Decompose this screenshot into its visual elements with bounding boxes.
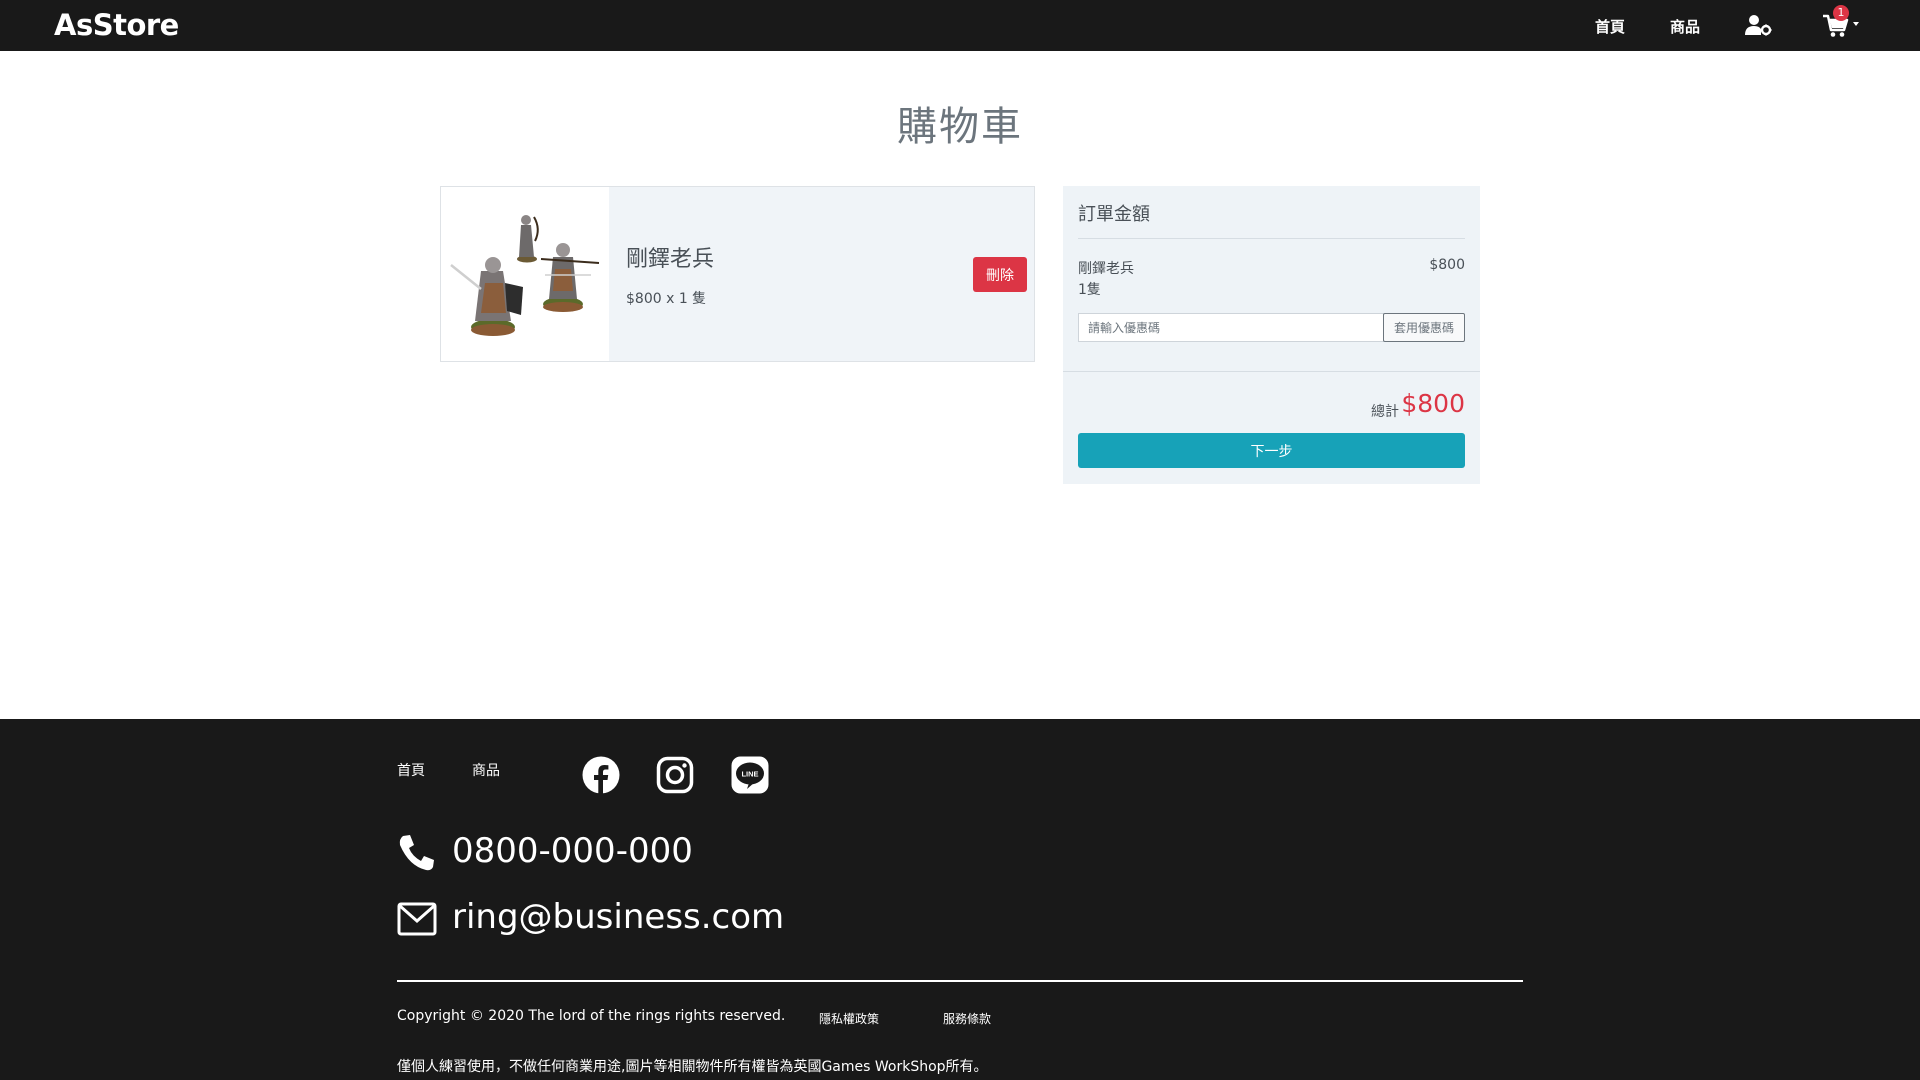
next-step-button[interactable]: 下一步 <box>1078 433 1465 468</box>
brand-logo[interactable]: AsStore <box>54 8 179 42</box>
divider <box>1078 238 1465 239</box>
delete-item-button[interactable]: 刪除 <box>973 257 1027 292</box>
page-title: 購物車 <box>897 104 1023 150</box>
disclaimer-text: 僅個人練習使用，不做任何商業用途,圖片等相關物件所有權皆為英國Games Wor… <box>397 1059 988 1075</box>
phone-icon <box>399 835 434 871</box>
cart-count-badge: 1 <box>1833 5 1849 21</box>
terms-of-service-link[interactable]: 服務條款 <box>943 1010 991 1027</box>
footer-products-link[interactable]: 商品 <box>472 760 500 780</box>
cart-item-price-qty: $800 x 1 隻 <box>626 291 707 307</box>
order-summary-title: 訂單金額 <box>1078 204 1150 225</box>
instagram-icon[interactable] <box>656 756 694 794</box>
total-label: 總計 <box>1371 404 1399 420</box>
footer-home-link[interactable]: 首頁 <box>397 760 425 780</box>
privacy-policy-link[interactable]: 隱私權政策 <box>819 1010 879 1027</box>
facebook-icon[interactable] <box>582 756 620 794</box>
footer-phone[interactable]: 0800-000-000 <box>452 831 693 871</box>
soldier-figurines-image <box>450 215 600 336</box>
cart-item-name: 剛鐸老兵 <box>626 247 715 272</box>
apply-coupon-button[interactable]: 套用優惠碼 <box>1383 313 1465 342</box>
cart-item-card: 剛鐸老兵 $800 x 1 隻 刪除 <box>440 186 1035 362</box>
coupon-input[interactable] <box>1078 313 1384 342</box>
nav-home-link[interactable]: 首頁 <box>1595 16 1625 37</box>
order-summary: 訂單金額 剛鐸老兵 1隻 $800 套用優惠碼 總計 $800 下一步 <box>1063 186 1480 484</box>
total-value: $800 <box>1401 389 1465 418</box>
summary-item-price: $800 <box>1429 257 1465 273</box>
product-image <box>441 187 609 361</box>
footer-divider <box>397 980 1523 982</box>
user-settings-icon[interactable] <box>1744 14 1772 36</box>
summary-item-name: 剛鐸老兵 <box>1078 261 1134 277</box>
mail-icon <box>397 902 437 936</box>
copyright-text: Copyright © 2020 The lord of the rings r… <box>397 1008 786 1024</box>
footer-email[interactable]: ring@business.com <box>452 897 784 937</box>
line-icon[interactable]: LINE <box>731 756 769 794</box>
navbar: AsStore 首頁 商品 1 <box>0 0 1920 51</box>
chevron-down-icon <box>1853 22 1859 26</box>
footer: 首頁 商品 LINE 0800-000-000 ring@business.co… <box>0 719 1920 1080</box>
summary-item-qty: 1隻 <box>1078 282 1101 298</box>
svg-text:LINE: LINE <box>741 769 758 778</box>
divider <box>1063 371 1480 372</box>
nav-products-link[interactable]: 商品 <box>1670 16 1700 37</box>
